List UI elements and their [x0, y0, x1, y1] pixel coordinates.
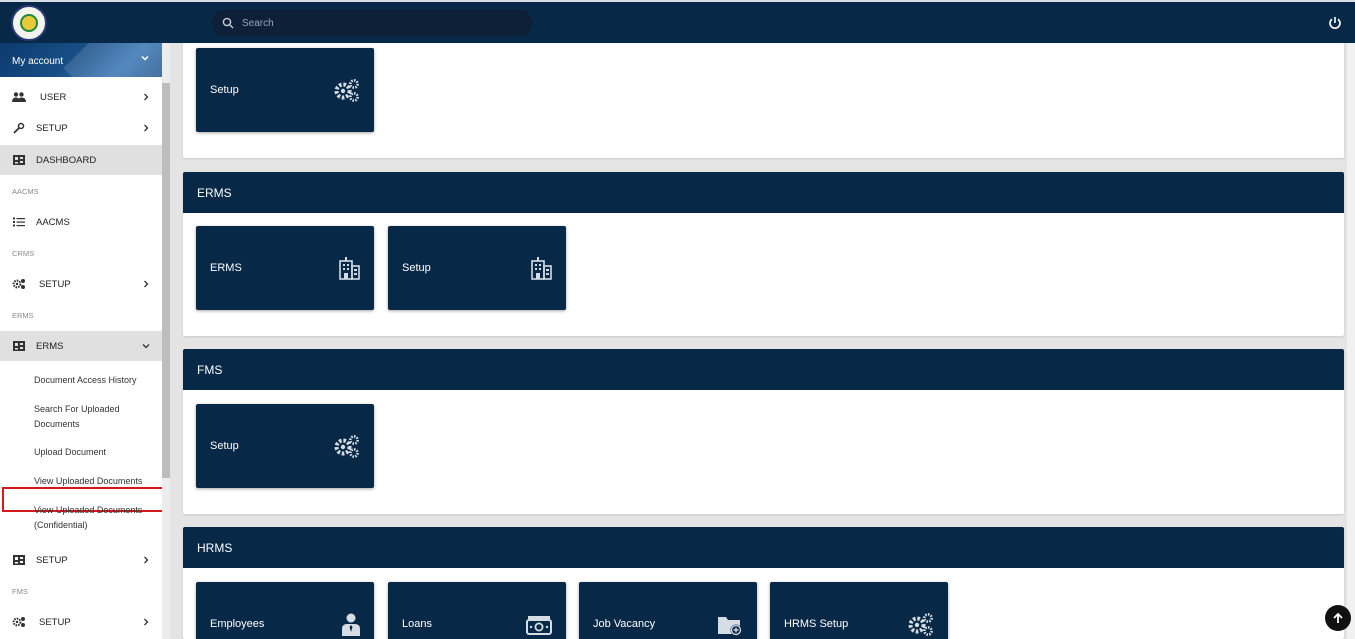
- submenu-view-uploaded-confidential[interactable]: View Uploaded Documents (Confidential): [34, 503, 159, 533]
- chevron-right-icon: [144, 93, 149, 101]
- section-label-crms: CRMS: [12, 249, 35, 258]
- gears-icon: [334, 79, 359, 102]
- folder-plus-icon: [718, 617, 742, 636]
- sidebar-item-label: AACMS: [36, 216, 70, 228]
- logo-emblem: [20, 14, 38, 32]
- tile-label: Setup: [210, 440, 239, 452]
- employee-icon: [342, 613, 360, 636]
- tile-label: Loans: [402, 618, 432, 630]
- submenu-search-uploaded-documents[interactable]: Search For Uploaded Documents: [34, 402, 159, 432]
- sidebar-item-label: SETUP: [39, 616, 71, 628]
- tile-label: Setup: [210, 84, 239, 96]
- key-icon: [13, 122, 25, 134]
- sidebar-item-setup[interactable]: SETUP: [0, 113, 162, 143]
- arrow-up-icon: [1333, 612, 1343, 623]
- sidebar-scroll-thumb[interactable]: [162, 83, 170, 478]
- sidebar-item-label: DASHBOARD: [36, 154, 97, 166]
- submenu-upload-document[interactable]: Upload Document: [34, 445, 159, 460]
- sidebar-item-aacms[interactable]: AACMS: [0, 207, 162, 237]
- sidebar-item-label: SETUP: [39, 278, 71, 290]
- submenu-document-access-history[interactable]: Document Access History: [34, 373, 159, 388]
- card-top: Setup: [183, 43, 1344, 158]
- tile-loans[interactable]: Loans: [388, 582, 566, 639]
- tile-label: Setup: [402, 262, 431, 274]
- sidebar: My account USER SETUP DASHBOARD AACMS AA…: [0, 43, 170, 639]
- chevron-right-icon: [144, 124, 149, 132]
- card-fms: FMS Setup: [183, 349, 1344, 514]
- page-scrollbar[interactable]: [1347, 43, 1355, 639]
- gears-icon: [12, 617, 25, 627]
- sidebar-item-label: SETUP: [36, 554, 68, 566]
- sidebar-item-erms[interactable]: ERMS: [0, 331, 162, 361]
- tile-fms-setup[interactable]: Setup: [196, 404, 374, 488]
- scroll-to-top-button[interactable]: [1325, 605, 1351, 631]
- gears-icon: [12, 279, 25, 289]
- users-icon: [12, 92, 26, 102]
- gears-icon: [334, 435, 359, 458]
- card-title: ERMS: [183, 172, 1344, 213]
- sidebar-item-erms-setup[interactable]: SETUP: [0, 545, 162, 575]
- building-icon: [339, 257, 360, 280]
- sidebar-item-label: SETUP: [36, 122, 68, 134]
- tile-label: HRMS Setup: [784, 618, 849, 630]
- tile-hrms-setup[interactable]: HRMS Setup: [770, 582, 948, 639]
- section-label-aacms: AACMS: [12, 187, 39, 196]
- chevron-right-icon: [144, 556, 149, 564]
- tile-label: ERMS: [210, 262, 242, 274]
- search-box[interactable]: [212, 10, 532, 36]
- my-account-toggle[interactable]: My account: [0, 43, 162, 77]
- tile-setup[interactable]: Setup: [196, 48, 374, 132]
- chevron-right-icon: [144, 618, 149, 626]
- submenu-view-uploaded-documents[interactable]: View Uploaded Documents: [34, 474, 159, 489]
- my-account-label: My account: [12, 56, 64, 67]
- tile-label: Employees: [210, 618, 265, 630]
- card-title: FMS: [183, 349, 1344, 390]
- section-label-erms: ERMS: [12, 311, 34, 320]
- tile-erms-setup[interactable]: Setup: [388, 226, 566, 310]
- sidebar-item-dashboard[interactable]: DASHBOARD: [0, 145, 162, 175]
- sidebar-item-label: ERMS: [36, 340, 64, 352]
- search-input[interactable]: [242, 17, 502, 29]
- search-icon: [222, 17, 234, 29]
- card-hrms: HRMS Employees Loans Job Vacancy HRMS Se…: [183, 527, 1344, 639]
- sidebar-item-crms-setup[interactable]: SETUP: [0, 269, 162, 299]
- chevron-down-icon: [141, 55, 149, 61]
- tile-label: Job Vacancy: [593, 618, 656, 630]
- gears-icon: [908, 613, 933, 636]
- top-bar: [0, 0, 1355, 43]
- tile-erms[interactable]: ERMS: [196, 226, 374, 310]
- sidebar-scrollbar[interactable]: [162, 43, 170, 639]
- power-icon[interactable]: [1327, 15, 1343, 31]
- sidebar-item-label: USER: [40, 91, 67, 103]
- tile-employees[interactable]: Employees: [196, 582, 374, 639]
- list-icon: [13, 217, 25, 227]
- dashboard-icon: [13, 155, 25, 165]
- card-erms: ERMS ERMS Setup: [183, 172, 1344, 336]
- tile-job-vacancy[interactable]: Job Vacancy: [579, 582, 757, 639]
- money-icon: [526, 616, 552, 635]
- sidebar-item-fms-setup[interactable]: SETUP: [0, 607, 162, 637]
- chevron-down-icon: [142, 344, 150, 349]
- dashboard-icon: [13, 555, 25, 565]
- section-label-fms: FMS: [12, 587, 28, 596]
- building-icon: [531, 257, 552, 280]
- org-logo[interactable]: [11, 5, 47, 41]
- chevron-right-icon: [144, 280, 149, 288]
- card-title: HRMS: [183, 527, 1344, 568]
- sidebar-item-user[interactable]: USER: [0, 82, 162, 112]
- dashboard-icon: [13, 341, 25, 351]
